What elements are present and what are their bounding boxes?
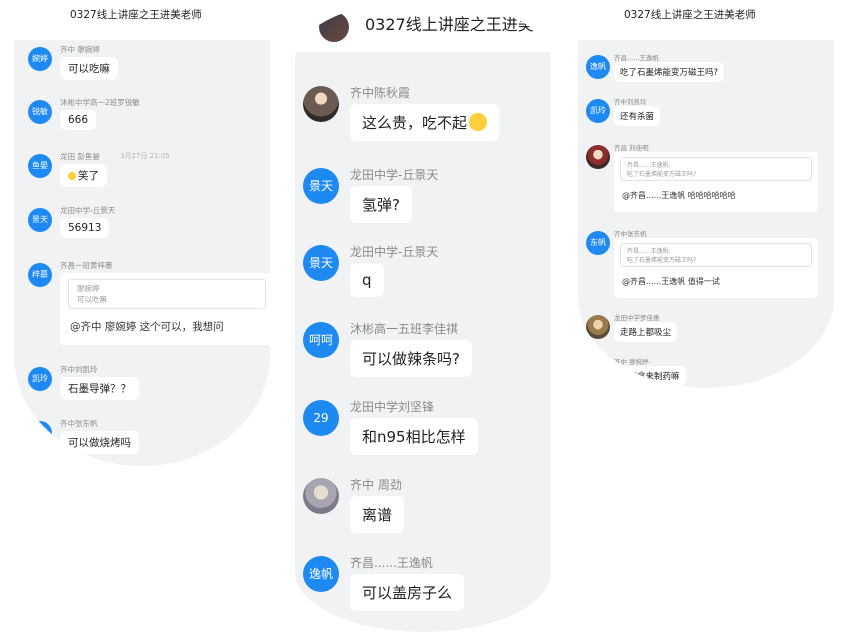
message-bubble[interactable]: 笑了: [60, 164, 107, 187]
chat-title: 0327线上讲座之王进美老师: [14, 0, 270, 40]
sender-name: 齐中张东帆: [614, 230, 647, 238]
avatar[interactable]: 逸帆: [586, 55, 610, 79]
avatar[interactable]: 29: [303, 400, 339, 436]
message-bubble[interactable]: 56913: [60, 218, 110, 238]
sender-name: 龙田中学-丘景天: [350, 168, 439, 182]
sender-name: 齐昌......王逸帆: [350, 556, 433, 570]
message-bubble[interactable]: 这么贵，吃不起: [350, 104, 500, 141]
sender-name: 龙田 彭鱼晏: [60, 152, 100, 161]
sender-name: 齐中刘凯玲: [60, 365, 98, 374]
message-bubble[interactable]: 可以盖房子么: [350, 574, 465, 611]
reply-card[interactable]: 廖婉婷 可以吃嘛 @齐中 廖婉婷 这个可以，我想问: [60, 273, 270, 345]
message-bubble[interactable]: 离谱: [350, 496, 405, 533]
reply-card[interactable]: 齐昌......王逸帆: 吃了石墨烯能变万磁王吗? @齐昌......王逸帆 哈…: [614, 152, 818, 212]
quoted-message: 齐昌......王逸帆: 吃了石墨烯能变万磁王吗?: [620, 243, 812, 267]
reply-card[interactable]: 齐昌......王逸帆: 吃了石墨烯能变万磁王吗? @齐昌......王逸帆 值…: [614, 238, 818, 298]
quoted-text: 可以吃嘛: [77, 295, 107, 304]
sender-name: 龙田中学-丘景天: [350, 245, 439, 259]
laugh-cry-emoji-icon: [469, 113, 488, 131]
avatar[interactable]: 东帆: [28, 421, 52, 445]
sender-name: 齐昌......王逸帆: [614, 54, 659, 62]
chat-screenshot-middle: 0327线上讲座之王进美 齐中陈秋霞 这么贵，吃不起 景天 龙田中学-丘景天 氢…: [295, 0, 551, 632]
quoted-sender: 齐昌......王逸帆:: [627, 162, 671, 169]
message-bubble[interactable]: 走路上都吸尘: [614, 322, 678, 342]
reply-text: @齐昌......王逸帆 值得一试: [622, 277, 720, 286]
avatar[interactable]: 鱼晏: [28, 154, 52, 178]
message-bubble[interactable]: 666: [60, 110, 97, 130]
avatar[interactable]: [303, 478, 339, 514]
sender-name: 齐中张东帆: [60, 419, 98, 428]
avatar[interactable]: 东帆: [586, 231, 610, 255]
avatar[interactable]: 景天: [303, 168, 339, 204]
group-avatar[interactable]: [319, 12, 349, 42]
avatar[interactable]: 凯玲: [586, 99, 610, 123]
chat-title: 0327线上讲座之王进美老师: [578, 0, 834, 40]
avatar[interactable]: 呵呵: [303, 322, 339, 358]
message-bubble[interactable]: 吃了石墨烯能变万磁王吗?: [614, 62, 725, 82]
avatar[interactable]: [586, 315, 610, 339]
chat-screenshot-left: 0327线上讲座之王进美老师 婉婷 齐中 廖婉婷 可以吃嘛 锐敏 沐彬中学高一2…: [14, 0, 270, 466]
message-bubble[interactable]: 石墨导弹？？: [60, 377, 139, 400]
sender-name: 龙田中学刘坚锋: [350, 400, 435, 414]
sender-name: 齐中刘凯玲: [614, 98, 647, 106]
quoted-sender: 齐昌......王逸帆:: [627, 248, 671, 255]
message-text: 这么贵，吃不起: [362, 114, 468, 132]
avatar[interactable]: 婉婷: [28, 47, 52, 71]
message-bubble[interactable]: 可以拿来制药嘛: [614, 366, 686, 386]
message-text: 笑了: [78, 170, 99, 182]
message-bubble[interactable]: 和n95相比怎样: [350, 418, 478, 455]
avatar[interactable]: [303, 86, 339, 122]
reply-text: @齐昌......王逸帆 哈哈哈哈哈哈: [622, 191, 736, 200]
message-bubble[interactable]: q: [350, 263, 384, 297]
sender-name: 沐彬中学高一2班罗锐敏: [60, 98, 140, 107]
chat-title: 0327线上讲座之王进美: [365, 15, 534, 34]
avatar[interactable]: [586, 145, 610, 169]
laugh-emoji-icon: [68, 172, 76, 180]
quoted-text: 吃了石墨烯能变万磁王吗?: [627, 257, 697, 264]
message-bubble[interactable]: 氢弹?: [350, 186, 412, 223]
sender-name: 齐中 廖婉婷: [60, 45, 100, 54]
quoted-message: 齐昌......王逸帆: 吃了石墨烯能变万磁王吗?: [620, 157, 812, 181]
avatar[interactable]: 凯玲: [28, 367, 52, 391]
message-bubble[interactable]: 可以做烧烤吗: [60, 431, 139, 454]
quoted-message: 廖婉婷 可以吃嘛: [68, 279, 266, 309]
message-bubble[interactable]: 可以吃嘛: [60, 57, 118, 80]
sender-name: 齐昌 刘佳明: [614, 144, 649, 152]
avatar[interactable]: 景天: [28, 208, 52, 232]
quoted-sender: 廖婉婷: [77, 284, 100, 293]
sender-name: 沐彬高一五班李佳祺: [350, 322, 459, 336]
message-bubble[interactable]: 可以做辣条吗?: [350, 340, 472, 377]
sender-name: 齐中 廖婉婷: [614, 358, 649, 366]
message-bubble[interactable]: 还有杀菌: [614, 106, 661, 126]
quoted-text: 吃了石墨烯能变万磁王吗?: [627, 171, 697, 178]
sender-name: 齐中陈秋霞: [350, 86, 411, 100]
reply-text: @齐中 廖婉婷 这个可以，我想问: [70, 321, 224, 333]
avatar[interactable]: 梓慕: [28, 263, 52, 287]
sender-name: 齐昌一班黄梓慕: [60, 261, 113, 270]
avatar[interactable]: 锐敏: [28, 100, 52, 124]
sender-name: 龙田中学-丘景天: [60, 206, 116, 215]
message-timestamp: 3月27日 21:05: [120, 152, 170, 160]
sender-name: 龙田中学罗佳惠: [614, 314, 660, 322]
avatar[interactable]: [586, 359, 610, 383]
avatar[interactable]: 逸帆: [303, 556, 339, 592]
chat-screenshot-right: 0327线上讲座之王进美老师 逸帆 齐昌......王逸帆 吃了石墨烯能变万磁王…: [578, 0, 834, 388]
sender-name: 齐中 周劲: [350, 478, 402, 492]
chat-header: 0327线上讲座之王进美: [295, 0, 551, 52]
avatar[interactable]: 景天: [303, 245, 339, 281]
